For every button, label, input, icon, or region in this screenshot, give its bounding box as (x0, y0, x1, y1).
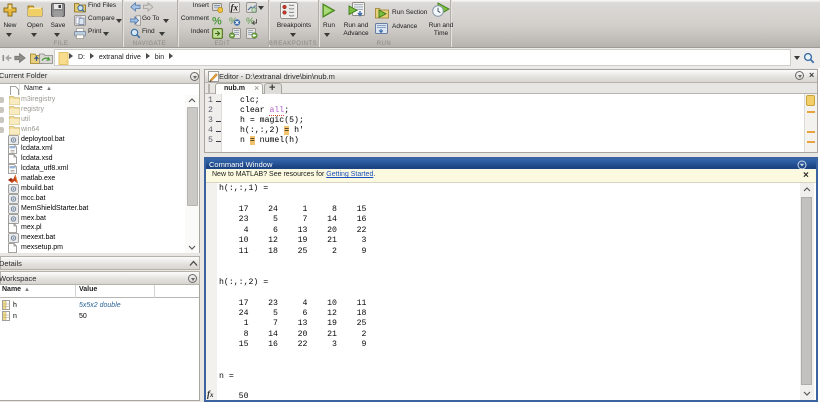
svg-text:%: % (212, 16, 222, 27)
svg-text:fx: fx (231, 3, 239, 13)
